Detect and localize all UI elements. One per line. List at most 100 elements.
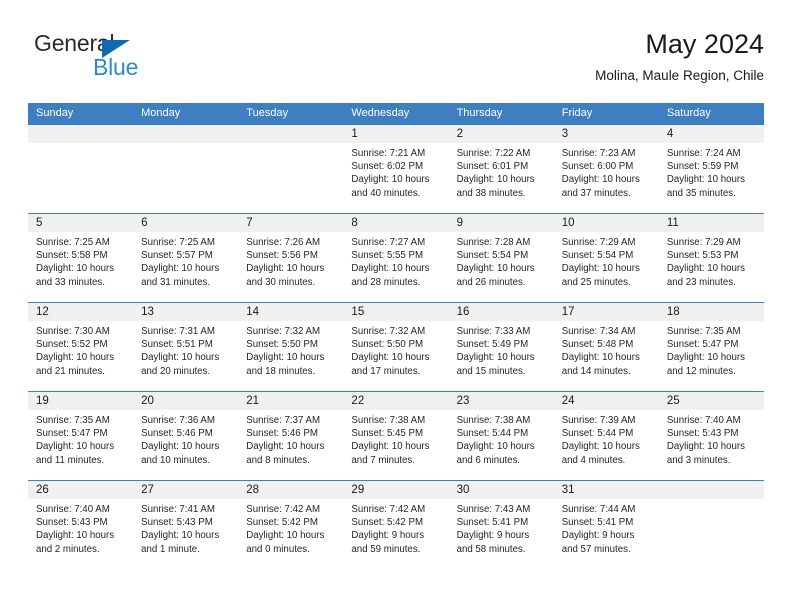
sunrise-text: Sunrise: 7:40 AM [36, 504, 110, 515]
day-details: Sunrise: 7:33 AM Sunset: 5:49 PM Dayligh… [449, 321, 554, 378]
sunrise-text: Sunrise: 7:29 AM [666, 237, 741, 248]
day-cell[interactable]: 1 Sunrise: 7:21 AM Sunset: 6:02 PM Dayli… [343, 125, 449, 213]
day-cell[interactable]: 24 Sunrise: 7:39 AM Sunset: 5:44 PM Dayl… [553, 392, 659, 480]
day-cell[interactable] [28, 125, 134, 213]
day-cell[interactable]: 18 Sunrise: 7:35 AM Sunset: 5:47 PM Dayl… [658, 303, 764, 391]
daylight-text-line2: and 26 minutes. [456, 276, 526, 288]
day-cell[interactable]: 25 Sunrise: 7:40 AM Sunset: 5:43 PM Dayl… [658, 392, 764, 480]
sunrise-text: Sunrise: 7:35 AM [666, 326, 741, 337]
day-cell[interactable]: 28 Sunrise: 7:42 AM Sunset: 5:42 PM Dayl… [238, 481, 344, 569]
daylight-text-line2: and 15 minutes. [456, 365, 526, 377]
day-details [28, 143, 133, 147]
day-cell[interactable]: 4 Sunrise: 7:24 AM Sunset: 5:59 PM Dayli… [658, 125, 764, 213]
day-cell[interactable]: 16 Sunrise: 7:33 AM Sunset: 5:49 PM Dayl… [448, 303, 554, 391]
weekday-friday: Friday [561, 107, 593, 119]
daylight-text-line2: and 25 minutes. [561, 276, 631, 288]
daylight-text-line2: and 23 minutes. [666, 276, 736, 288]
day-cell[interactable]: 10 Sunrise: 7:29 AM Sunset: 5:54 PM Dayl… [553, 214, 659, 302]
day-details: Sunrise: 7:34 AM Sunset: 5:48 PM Dayligh… [554, 321, 659, 378]
sunrise-text: Sunrise: 7:21 AM [351, 148, 426, 159]
day-cell[interactable]: 7 Sunrise: 7:26 AM Sunset: 5:56 PM Dayli… [238, 214, 344, 302]
sunrise-text: Sunrise: 7:28 AM [456, 237, 531, 248]
day-cell[interactable]: 14 Sunrise: 7:32 AM Sunset: 5:50 PM Dayl… [238, 303, 344, 391]
day-number: 23 [448, 392, 554, 410]
day-number: 14 [238, 303, 344, 321]
sunrise-text: Sunrise: 7:41 AM [141, 504, 215, 515]
sunrise-text: Sunrise: 7:39 AM [561, 415, 636, 426]
day-cell[interactable] [658, 481, 764, 569]
day-cell[interactable]: 6 Sunrise: 7:25 AM Sunset: 5:57 PM Dayli… [133, 214, 239, 302]
day-number: 7 [238, 214, 344, 232]
day-cell[interactable]: 9 Sunrise: 7:28 AM Sunset: 5:54 PM Dayli… [448, 214, 554, 302]
daylight-text-line1: Daylight: 10 hours [141, 530, 220, 542]
daylight-text-line2: and 28 minutes. [351, 276, 421, 288]
day-number: 28 [238, 481, 344, 499]
day-number: 1 [343, 125, 449, 143]
daylight-text-line2: and 31 minutes. [141, 276, 211, 288]
day-cell[interactable]: 30 Sunrise: 7:43 AM Sunset: 5:41 PM Dayl… [448, 481, 554, 569]
day-cell[interactable]: 29 Sunrise: 7:42 AM Sunset: 5:42 PM Dayl… [343, 481, 449, 569]
page-header: General Blue May 2024 Molina, Maule Regi… [28, 29, 764, 92]
day-cell[interactable]: 23 Sunrise: 7:38 AM Sunset: 5:44 PM Dayl… [448, 392, 554, 480]
day-cell[interactable] [133, 125, 239, 213]
week-row: 5 Sunrise: 7:25 AM Sunset: 5:58 PM Dayli… [28, 213, 764, 302]
day-cell[interactable]: 21 Sunrise: 7:37 AM Sunset: 5:46 PM Dayl… [238, 392, 344, 480]
sunset-text: Sunset: 5:52 PM [36, 339, 108, 351]
sunset-text: Sunset: 5:59 PM [666, 161, 739, 173]
week-row: 12 Sunrise: 7:30 AM Sunset: 5:52 PM Dayl… [28, 302, 764, 391]
day-details: Sunrise: 7:32 AM Sunset: 5:50 PM Dayligh… [238, 321, 343, 378]
daylight-text-line2: and 20 minutes. [141, 365, 211, 377]
day-cell[interactable]: 3 Sunrise: 7:23 AM Sunset: 6:00 PM Dayli… [553, 125, 659, 213]
day-cell[interactable]: 31 Sunrise: 7:44 AM Sunset: 5:41 PM Dayl… [553, 481, 659, 569]
day-cell[interactable]: 2 Sunrise: 7:22 AM Sunset: 6:01 PM Dayli… [448, 125, 554, 213]
day-number: 29 [343, 481, 449, 499]
day-details: Sunrise: 7:31 AM Sunset: 5:51 PM Dayligh… [133, 321, 238, 378]
daylight-text-line1: Daylight: 9 hours [561, 530, 635, 542]
day-details: Sunrise: 7:40 AM Sunset: 5:43 PM Dayligh… [28, 499, 133, 556]
day-cell[interactable]: 17 Sunrise: 7:34 AM Sunset: 5:48 PM Dayl… [553, 303, 659, 391]
sunset-text: Sunset: 6:01 PM [456, 161, 529, 173]
day-cell[interactable]: 27 Sunrise: 7:41 AM Sunset: 5:43 PM Dayl… [133, 481, 239, 569]
day-details: Sunrise: 7:22 AM Sunset: 6:01 PM Dayligh… [449, 143, 554, 200]
daylight-text-line2: and 35 minutes. [666, 187, 736, 199]
day-cell[interactable]: 19 Sunrise: 7:35 AM Sunset: 5:47 PM Dayl… [28, 392, 134, 480]
sunset-text: Sunset: 5:41 PM [561, 517, 634, 529]
daylight-text-line2: and 40 minutes. [351, 187, 421, 199]
weekday-tuesday: Tuesday [246, 107, 289, 119]
sunrise-text: Sunrise: 7:30 AM [36, 326, 110, 337]
day-cell[interactable]: 20 Sunrise: 7:36 AM Sunset: 5:46 PM Dayl… [133, 392, 239, 480]
day-cell[interactable] [238, 125, 344, 213]
day-cell[interactable]: 12 Sunrise: 7:30 AM Sunset: 5:52 PM Dayl… [28, 303, 134, 391]
sunset-text: Sunset: 5:44 PM [561, 428, 634, 440]
day-cell[interactable]: 13 Sunrise: 7:31 AM Sunset: 5:51 PM Dayl… [133, 303, 239, 391]
sunset-text: Sunset: 5:54 PM [456, 250, 529, 262]
sunrise-text: Sunrise: 7:22 AM [456, 148, 531, 159]
day-number: 27 [133, 481, 239, 499]
daylight-text-line1: Daylight: 10 hours [666, 441, 745, 453]
daylight-text-line1: Daylight: 9 hours [351, 530, 425, 542]
daylight-text-line1: Daylight: 10 hours [561, 441, 640, 453]
day-number: 20 [133, 392, 239, 410]
day-cell[interactable]: 15 Sunrise: 7:32 AM Sunset: 5:50 PM Dayl… [343, 303, 449, 391]
day-cell[interactable]: 5 Sunrise: 7:25 AM Sunset: 5:58 PM Dayli… [28, 214, 134, 302]
day-details: Sunrise: 7:29 AM Sunset: 5:54 PM Dayligh… [554, 232, 659, 289]
day-cell[interactable]: 22 Sunrise: 7:38 AM Sunset: 5:45 PM Dayl… [343, 392, 449, 480]
day-details: Sunrise: 7:21 AM Sunset: 6:02 PM Dayligh… [343, 143, 448, 200]
sunrise-text: Sunrise: 7:29 AM [561, 237, 636, 248]
daylight-text-line2: and 37 minutes. [561, 187, 631, 199]
day-details: Sunrise: 7:39 AM Sunset: 5:44 PM Dayligh… [554, 410, 659, 467]
daylight-text-line2: and 8 minutes. [246, 454, 310, 466]
day-details: Sunrise: 7:32 AM Sunset: 5:50 PM Dayligh… [343, 321, 448, 378]
day-cell[interactable]: 11 Sunrise: 7:29 AM Sunset: 5:53 PM Dayl… [658, 214, 764, 302]
sunset-text: Sunset: 5:42 PM [351, 517, 424, 529]
day-cell[interactable]: 8 Sunrise: 7:27 AM Sunset: 5:55 PM Dayli… [343, 214, 449, 302]
sunset-text: Sunset: 5:55 PM [351, 250, 424, 262]
day-cell[interactable]: 26 Sunrise: 7:40 AM Sunset: 5:43 PM Dayl… [28, 481, 134, 569]
sunset-text: Sunset: 5:42 PM [246, 517, 318, 529]
sunrise-text: Sunrise: 7:35 AM [36, 415, 110, 426]
general-blue-logo: General Blue [34, 32, 214, 88]
weekday-header-row: Sunday Monday Tuesday Wednesday Thursday… [28, 103, 764, 124]
sunset-text: Sunset: 5:50 PM [246, 339, 318, 351]
daylight-text-line2: and 12 minutes. [666, 365, 736, 377]
daylight-text-line1: Daylight: 10 hours [246, 441, 325, 453]
